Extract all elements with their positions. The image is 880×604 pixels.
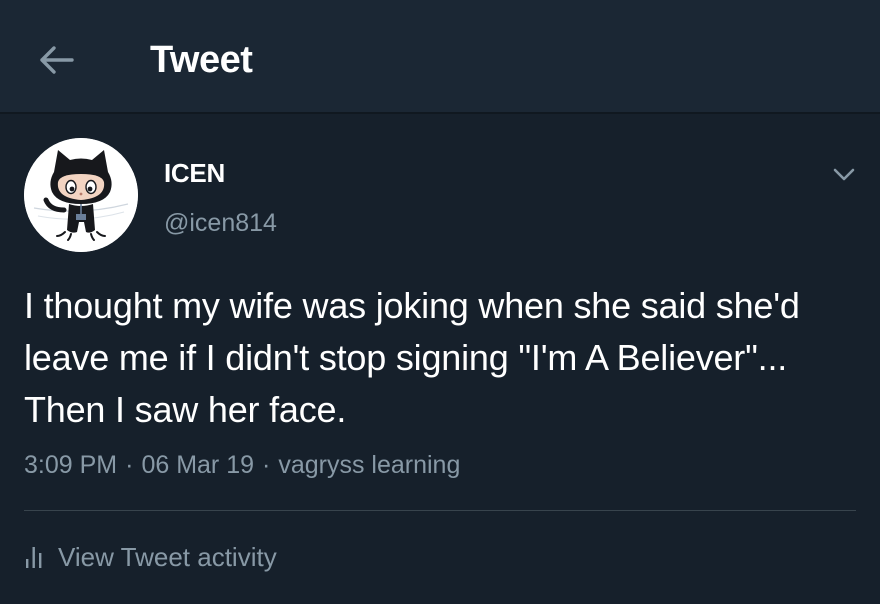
bar-chart-icon: [26, 547, 42, 568]
tweet-text: I thought my wife was joking when she sa…: [24, 285, 800, 430]
view-tweet-activity-button[interactable]: View Tweet activity: [24, 540, 277, 574]
avatar[interactable]: [24, 138, 138, 252]
chevron-down-icon: [833, 168, 855, 181]
octocat-avatar: [24, 138, 138, 252]
tweet-date: 06 Mar 19: [141, 451, 254, 479]
meta-separator: ·: [262, 451, 271, 479]
page-title: Tweet: [150, 39, 253, 81]
tweet-menu-button[interactable]: [828, 158, 860, 190]
view-tweet-activity-label: View Tweet activity: [58, 542, 277, 572]
top-app-bar: Tweet: [0, 0, 880, 114]
tweet-time: 3:09 PM: [24, 451, 118, 479]
meta-separator: ·: [125, 451, 134, 479]
tweet-source-link[interactable]: vagryss learning: [278, 451, 460, 479]
author-display-name[interactable]: ICEN: [164, 158, 225, 188]
divider: [24, 510, 856, 511]
author-handle[interactable]: @icen814: [164, 208, 277, 238]
arrow-left-icon: [40, 46, 74, 74]
back-button[interactable]: [36, 40, 76, 80]
tweet-metadata: 3:09 PM · 06 Mar 19 · vagryss learning: [24, 450, 460, 480]
